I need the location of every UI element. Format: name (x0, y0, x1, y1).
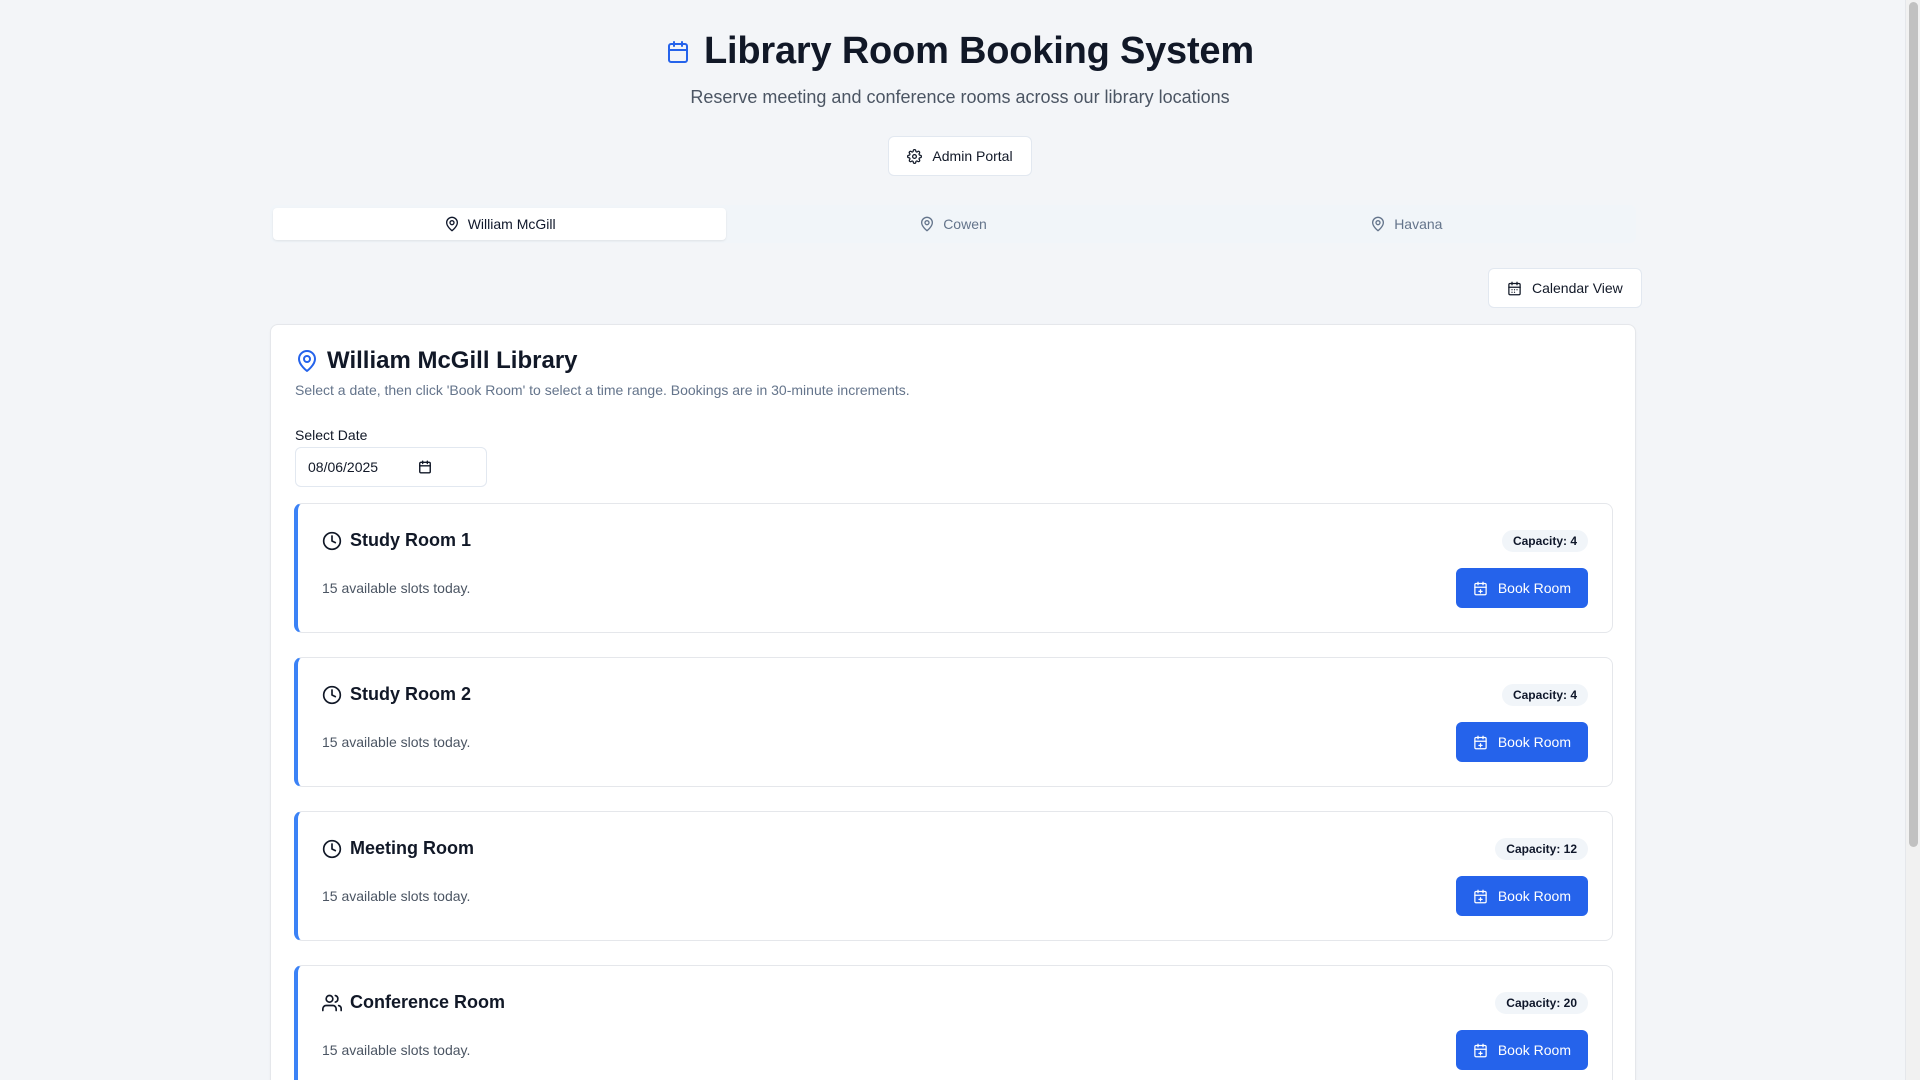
tab-havana[interactable]: Havana (1180, 208, 1633, 240)
page-scrollbar[interactable] (1905, 0, 1920, 1080)
scrollbar-thumb[interactable] (1909, 2, 1918, 847)
gear-icon (907, 148, 923, 164)
calendar-plus-icon (1473, 1043, 1488, 1058)
room-name: Study Room 1 (350, 530, 472, 550)
page-title: Library Room Booking System (704, 30, 1254, 72)
admin-portal-label: Admin Portal (932, 148, 1013, 164)
tab-label: Havana (1394, 216, 1443, 232)
users-icon (322, 993, 342, 1013)
calendar-plus-icon (1473, 581, 1488, 596)
clock-icon (322, 685, 342, 705)
tab-label: William McGill (467, 216, 556, 232)
calendar-view-label: Calendar View (1532, 280, 1623, 296)
available-slots: 15 available slots today. (322, 1042, 471, 1058)
capacity-badge: Capacity: 12 (1495, 838, 1588, 860)
room-list: Study Room 1 Capacity: 4 15 available sl… (294, 503, 1613, 1080)
date-input[interactable]: 08/06/2025 (295, 447, 487, 487)
library-card: William McGill Library Select a date, th… (270, 324, 1636, 1080)
book-room-label: Book Room (1497, 888, 1571, 904)
map-pin-icon (444, 216, 460, 232)
book-room-label: Book Room (1497, 580, 1571, 596)
room-card: Study Room 1 Capacity: 4 15 available sl… (294, 503, 1613, 633)
room-name: Conference Room (350, 992, 506, 1012)
capacity-badge: Capacity: 20 (1495, 992, 1588, 1014)
clock-icon (322, 839, 342, 859)
title-row: Library Room Booking System (0, 30, 1920, 73)
calendar-icon (1507, 281, 1522, 296)
book-room-label: Book Room (1497, 734, 1571, 750)
map-pin-icon (1370, 216, 1386, 232)
tab-label: Cowen (943, 216, 987, 232)
book-room-button[interactable]: Book Room (1455, 876, 1588, 916)
room-name: Meeting Room (350, 838, 474, 858)
book-room-button[interactable]: Book Room (1455, 568, 1588, 608)
calendar-plus-icon (1473, 889, 1488, 904)
capacity-badge: Capacity: 4 (1501, 530, 1588, 552)
room-name: Study Room 2 (350, 684, 472, 704)
location-tabs: William McGill Cowen Havana (270, 205, 1636, 243)
clock-icon (322, 531, 342, 551)
calendar-picker-icon[interactable] (418, 460, 432, 474)
library-description: Select a date, then click 'Book Room' to… (295, 382, 910, 398)
room-card: Conference Room Capacity: 20 15 availabl… (294, 965, 1613, 1080)
calendar-plus-icon (1473, 735, 1488, 750)
room-card: Meeting Room Capacity: 12 15 available s… (294, 811, 1613, 941)
date-label: Select Date (295, 427, 368, 443)
available-slots: 15 available slots today. (322, 734, 471, 750)
capacity-badge: Capacity: 4 (1501, 684, 1588, 706)
calendar-view-button[interactable]: Calendar View (1488, 268, 1642, 308)
available-slots: 15 available slots today. (322, 580, 471, 596)
page-subtitle: Reserve meeting and conference rooms acr… (690, 87, 1230, 107)
book-room-label: Book Room (1497, 1042, 1571, 1058)
admin-portal-button[interactable]: Admin Portal (888, 136, 1032, 176)
room-card: Study Room 2 Capacity: 4 15 available sl… (294, 657, 1613, 787)
tab-william-mcgill[interactable]: William McGill (273, 208, 727, 240)
library-title: William McGill Library (327, 347, 578, 374)
page-header: Library Room Booking System Reserve meet… (0, 0, 1920, 176)
map-pin-icon (295, 349, 319, 373)
date-value: 08/06/2025 (308, 459, 379, 475)
tab-cowen[interactable]: Cowen (726, 208, 1179, 240)
map-pin-icon (919, 216, 935, 232)
book-room-button[interactable]: Book Room (1455, 722, 1588, 762)
book-room-button[interactable]: Book Room (1455, 1030, 1588, 1070)
calendar-icon (666, 40, 690, 64)
available-slots: 15 available slots today. (322, 888, 471, 904)
